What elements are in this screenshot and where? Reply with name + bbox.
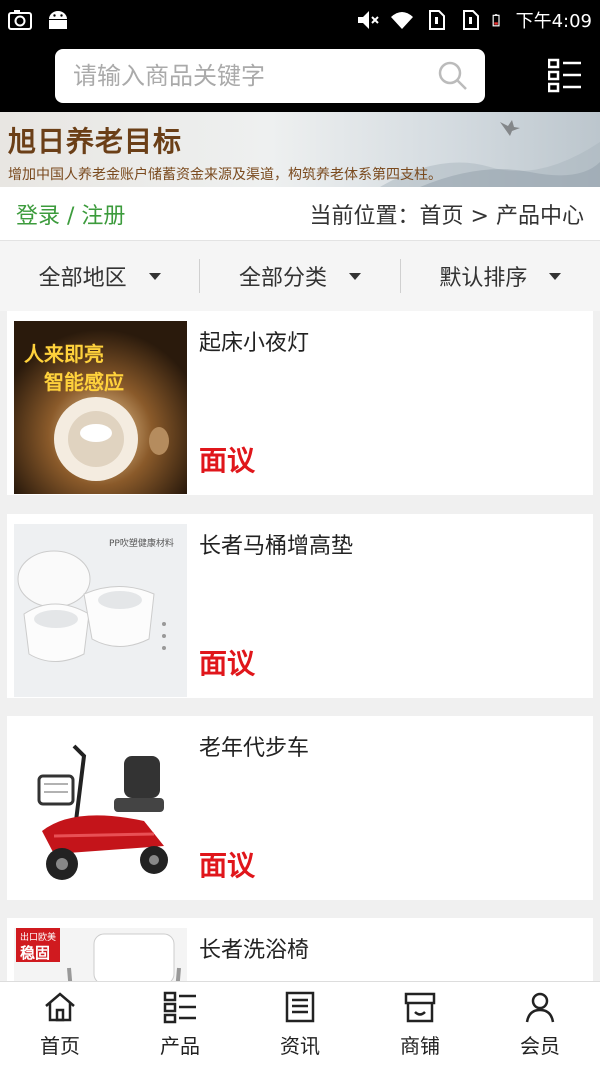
status-time: 下午4:09: [515, 11, 592, 32]
search-box[interactable]: [55, 49, 485, 103]
wifi-icon: [390, 12, 413, 29]
product-card[interactable]: 人来即亮 智能感应 起床小夜灯 面议: [7, 311, 593, 495]
banner[interactable]: 旭日养老目标 增加中国人养老金账户储蓄资金来源及渠道，构筑养老体系第四支柱。: [0, 112, 600, 187]
filter-region-label: 全部地区: [38, 266, 127, 291]
nav-products[interactable]: 产品: [120, 982, 240, 1067]
sim2-icon: [462, 10, 479, 30]
search-input[interactable]: [73, 62, 437, 90]
nav-member[interactable]: 会员: [480, 982, 600, 1067]
nav-home-label: 首页: [40, 1034, 80, 1058]
filter-bar: 全部地区 全部分类 默认排序: [0, 241, 600, 311]
home-icon: [45, 992, 75, 1022]
filter-category[interactable]: 全部分类: [199, 259, 399, 293]
product-card[interactable]: 老年代步车 面议: [7, 716, 593, 900]
product-card[interactable]: 出口欧美 稳固 长者洗浴椅 面议: [7, 918, 593, 981]
nav-member-label: 会员: [520, 1034, 560, 1058]
nav-home[interactable]: 首页: [0, 982, 120, 1067]
nav-shop[interactable]: 商铺: [360, 982, 480, 1067]
product-list[interactable]: 人来即亮 智能感应 起床小夜灯 面议 PP吹塑健康材料 长者马桶增高垫 面议 老…: [0, 311, 600, 981]
breadcrumb-prefix: 当前位置：: [309, 203, 420, 229]
product-thumbnail[interactable]: PP吹塑健康材料: [14, 524, 187, 697]
mobility-scooter-image: [14, 726, 187, 899]
shop-icon: [404, 992, 436, 1023]
filter-sort-label: 默认排序: [439, 266, 528, 291]
product-title[interactable]: 长者马桶增高垫: [199, 528, 353, 560]
caret-down-icon: [148, 272, 161, 280]
battery-icon: [492, 14, 500, 27]
product-thumbnail[interactable]: 出口欧美 稳固: [14, 928, 187, 981]
filter-category-label: 全部分类: [238, 266, 327, 291]
toilet-riser-image: PP吹塑健康材料: [14, 524, 187, 697]
thumb-text: 稳固: [20, 944, 50, 962]
products-icon: [163, 991, 196, 1024]
product-title[interactable]: 长者洗浴椅: [199, 932, 309, 964]
breadcrumb: 当前位置：首页 > 产品中心: [310, 198, 584, 230]
android-icon: [49, 11, 67, 29]
caret-down-icon: [549, 272, 562, 280]
product-title[interactable]: 起床小夜灯: [199, 325, 309, 357]
sim1-icon: [428, 10, 445, 30]
nav-news[interactable]: 资讯: [240, 982, 360, 1067]
product-price: 面议: [199, 444, 256, 477]
breadcrumb-home[interactable]: 首页: [420, 204, 464, 229]
breadcrumb-current: 产品中心: [495, 203, 584, 229]
product-title[interactable]: 老年代步车: [199, 730, 309, 762]
banner-title: 旭日养老目标: [8, 125, 183, 158]
info-row: 登录 / 注册 当前位置：首页 > 产品中心: [0, 187, 600, 241]
caret-down-icon: [349, 272, 361, 280]
product-thumbnail[interactable]: 人来即亮 智能感应: [14, 321, 187, 494]
shower-chair-image: 出口欧美 稳固: [14, 928, 187, 981]
screenshot-icon: [8, 10, 32, 30]
product-thumbnail[interactable]: [14, 726, 187, 899]
thumb-text: PP吹塑健康材料: [109, 537, 174, 549]
search-icon[interactable]: [437, 60, 469, 92]
night-light-image: 人来即亮 智能感应: [14, 321, 187, 494]
thumb-text: 出口欧美: [20, 931, 56, 943]
product-price: 面议: [199, 647, 256, 680]
breadcrumb-separator: >: [463, 203, 496, 229]
thumb-text: 智能感应: [44, 370, 124, 394]
member-icon: [525, 992, 555, 1023]
status-bar: 下午4:09: [0, 0, 600, 40]
thumb-text: 人来即亮: [24, 342, 104, 366]
news-icon: [285, 991, 315, 1023]
filter-region[interactable]: 全部地区: [0, 259, 199, 293]
bottom-nav: 首页 产品 资讯 商铺 会员: [0, 981, 600, 1067]
nav-shop-label: 商铺: [400, 1034, 440, 1058]
product-price: 面议: [199, 849, 256, 882]
product-card[interactable]: PP吹塑健康材料 长者马桶增高垫 面议: [7, 514, 593, 698]
nav-products-label: 产品: [160, 1034, 200, 1058]
menu-icon[interactable]: [548, 58, 582, 94]
nav-news-label: 资讯: [280, 1034, 320, 1058]
mute-icon: [357, 11, 379, 29]
header: [0, 40, 600, 112]
banner-subtitle: 增加中国人养老金账户储蓄资金来源及渠道，构筑养老体系第四支柱。: [8, 167, 442, 183]
login-register-link[interactable]: 登录 / 注册: [16, 198, 125, 230]
filter-sort[interactable]: 默认排序: [399, 259, 600, 293]
